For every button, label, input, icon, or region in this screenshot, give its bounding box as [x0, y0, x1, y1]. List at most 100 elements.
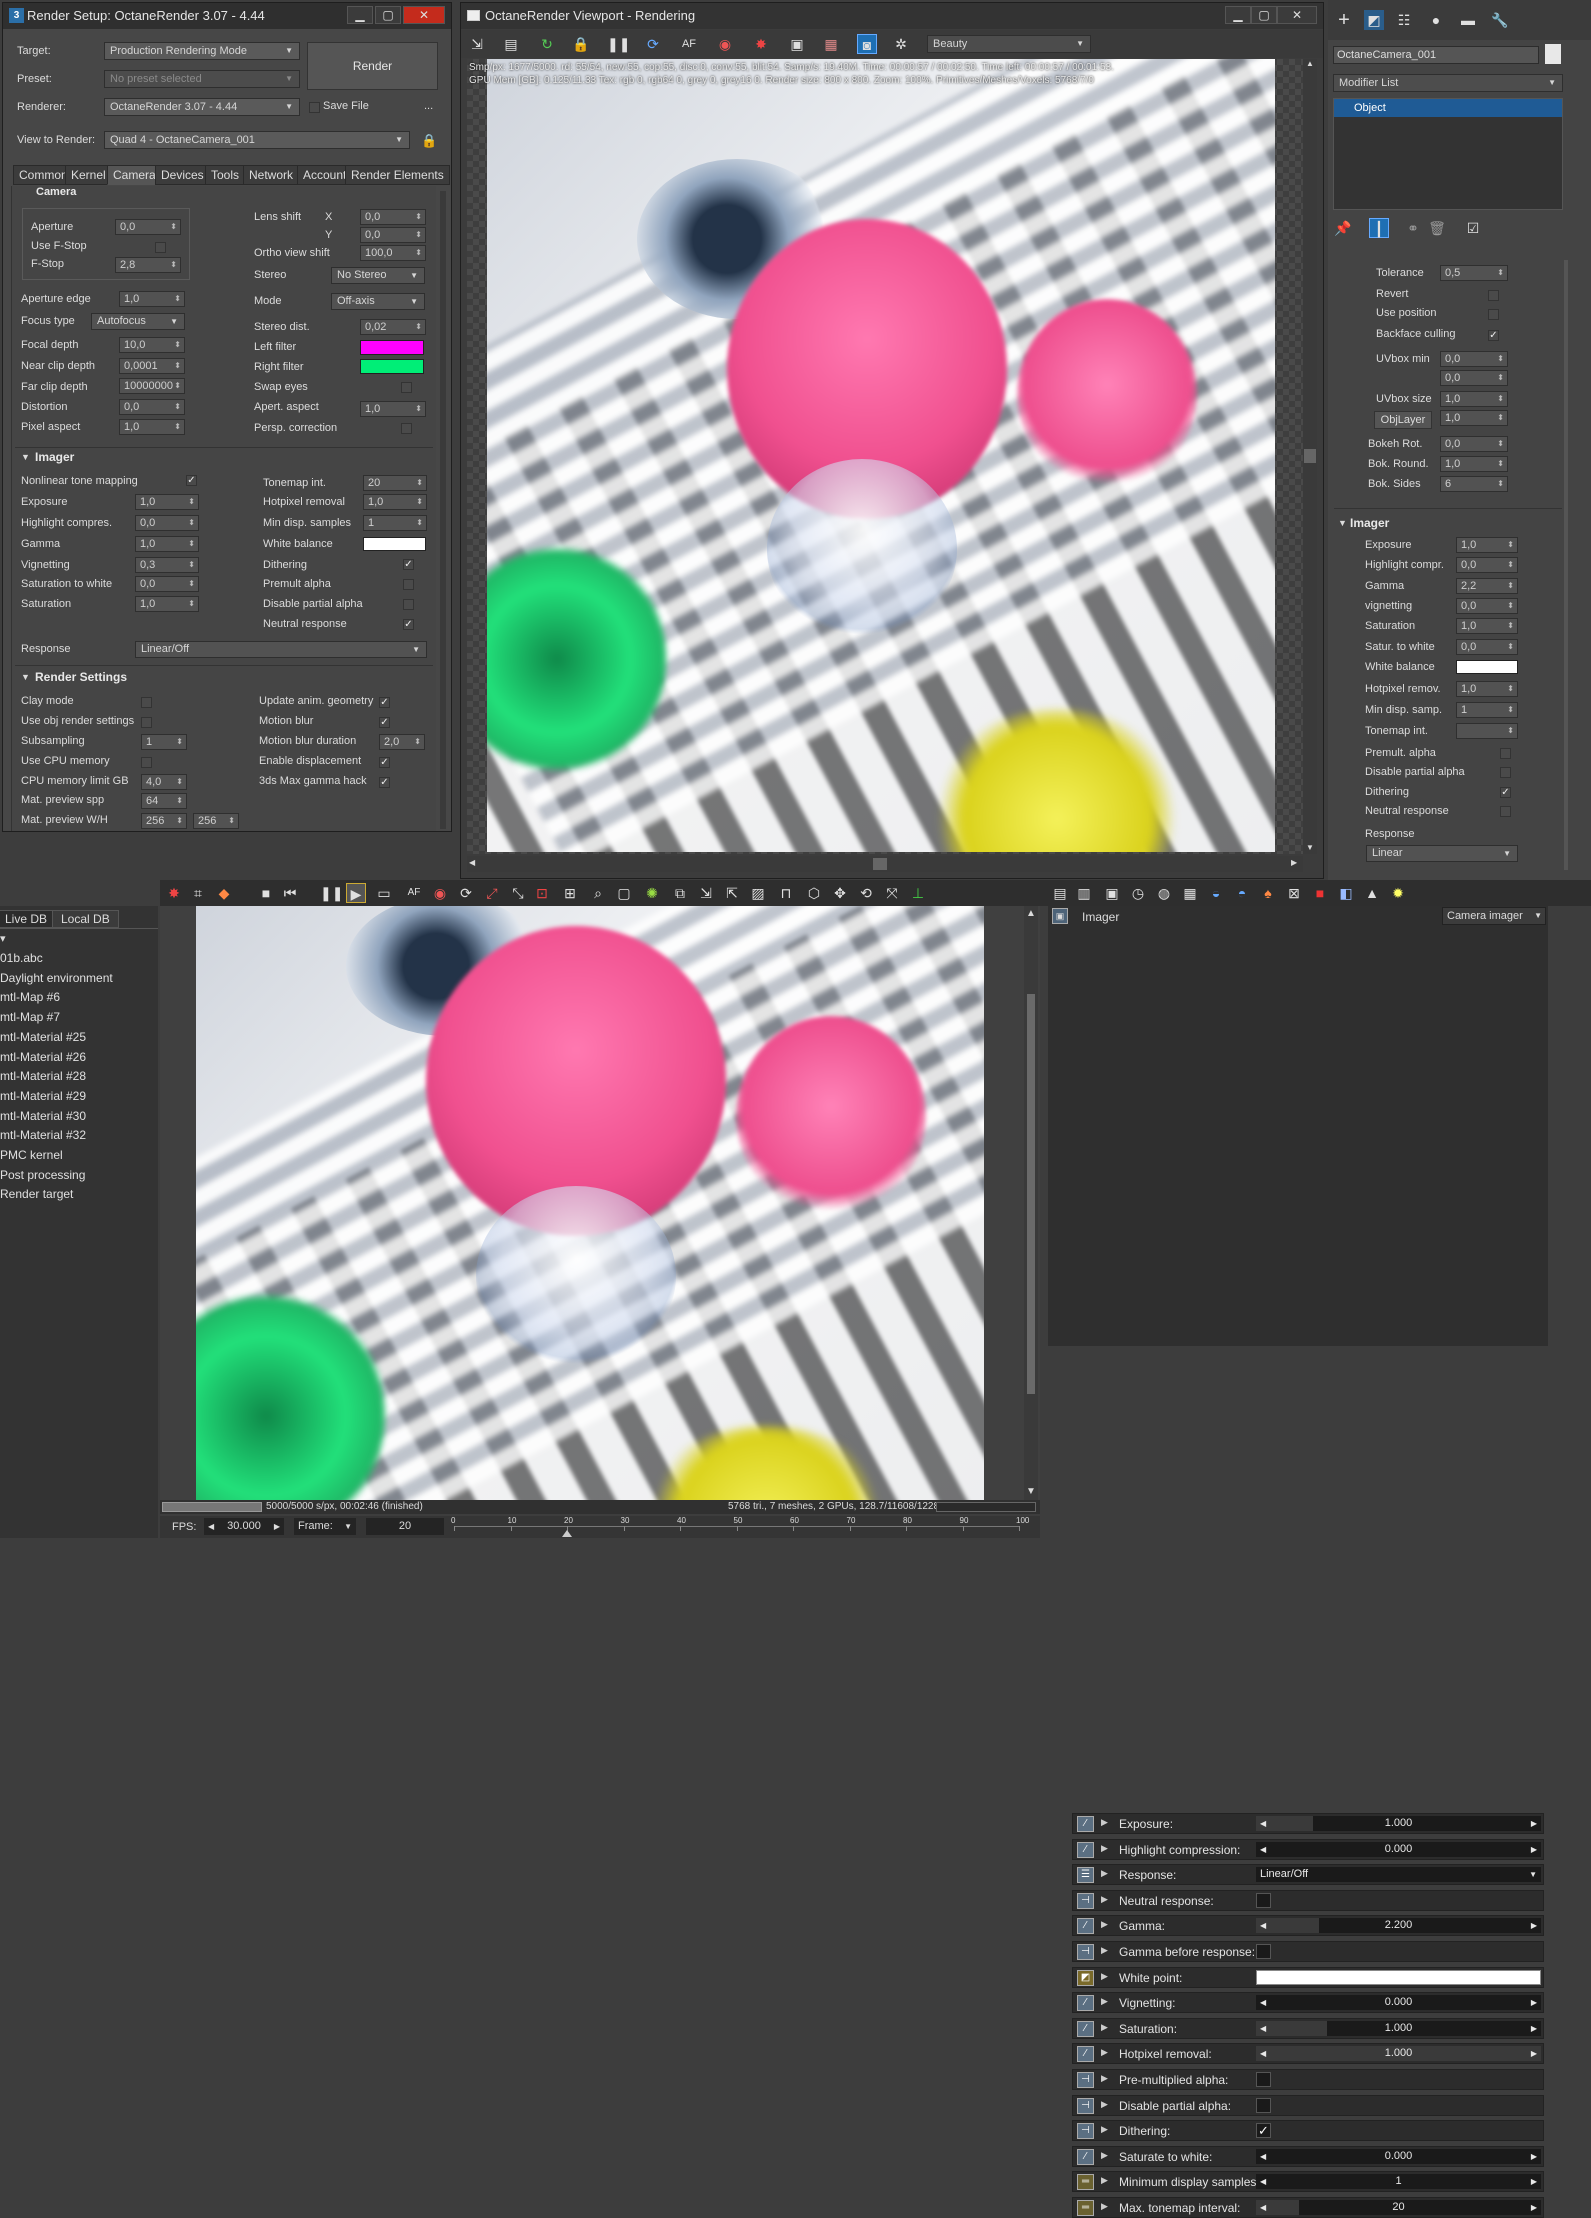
param-checkbox[interactable]	[1256, 1944, 1271, 1959]
tab-tools[interactable]: Tools	[205, 165, 246, 185]
collapse-icon[interactable]: ▼	[21, 452, 30, 462]
minimize-button[interactable]: ▁	[1225, 6, 1251, 24]
close-button[interactable]: ✕	[1277, 6, 1317, 24]
maximize-button[interactable]: ▢	[375, 6, 401, 24]
spinner-arrows-icon[interactable]: ⬍	[1497, 437, 1504, 451]
mat-preview-h-spinner[interactable]: 256 ⬍	[193, 813, 239, 829]
bok-round-spinner[interactable]: 1,0 ⬍	[1440, 456, 1508, 472]
tab-render-elements[interactable]: Render Elements	[345, 165, 450, 185]
spinner-arrows-icon[interactable]: ⬍	[188, 597, 195, 611]
min-disp-samples-spinner[interactable]: 1 ⬍	[363, 515, 427, 531]
rewind-icon[interactable]: ⏮	[280, 883, 300, 903]
scroll-up-icon[interactable]: ▲	[1026, 908, 1036, 919]
gizmo-icon[interactable]: ⊥	[908, 883, 928, 903]
spinner-arrows-icon[interactable]: ⬍	[176, 775, 183, 789]
rollout-scrollbar[interactable]	[440, 191, 446, 829]
refresh-icon[interactable]: ⟳	[643, 34, 663, 54]
render-view-scrollbar[interactable]: ▲ ▼	[1024, 906, 1038, 1500]
spinner-arrows-icon[interactable]: ⬍	[188, 558, 195, 572]
modify-icon[interactable]: ◩	[1364, 10, 1384, 30]
expand-icon[interactable]: ▶	[1101, 2124, 1108, 2135]
spinner-arrows-icon[interactable]: ⬍	[1507, 538, 1514, 552]
uvbox-min-1-spinner[interactable]: 0,0 ⬍	[1440, 351, 1508, 367]
white-point-swatch[interactable]	[1256, 1969, 1541, 1985]
param-checkbox[interactable]	[1256, 2072, 1271, 2087]
object-picker-icon[interactable]: ⊡	[532, 883, 552, 903]
cp-disable-partial-checkbox[interactable]	[1500, 767, 1511, 778]
texture-icon[interactable]: ⊠	[1284, 883, 1304, 903]
spinner-arrows-icon[interactable]: ⬍	[1497, 371, 1504, 385]
spinner-arrows-icon[interactable]: ⬍	[1507, 640, 1514, 654]
restart-render-icon[interactable]: ↻	[537, 34, 557, 54]
object-name-field[interactable]: OctaneCamera_001	[1333, 46, 1539, 64]
tab-kernel[interactable]: Kernel	[65, 165, 112, 185]
af-icon[interactable]: AF	[679, 34, 699, 54]
db-list-item[interactable]: mtl-Material #29	[0, 1089, 86, 1103]
region-icon[interactable]: ⌗	[188, 883, 208, 903]
aperture-edge-spinner[interactable]: 1,0 ⬍	[119, 291, 185, 307]
play-icon[interactable]: ▶	[346, 883, 366, 903]
param-slider[interactable]: ◀ ▶ 0.000	[1256, 1995, 1541, 2011]
highlight-spinner[interactable]: 0,0 ⬍	[135, 515, 199, 531]
use-position-checkbox[interactable]	[1488, 309, 1499, 320]
expand-icon[interactable]: ▶	[1101, 1843, 1108, 1854]
maximize-button[interactable]: ▢	[1251, 6, 1277, 24]
persp-correction-checkbox[interactable]	[401, 423, 412, 434]
render-pass-dropdown[interactable]: Beauty ▼	[927, 35, 1091, 53]
use-fstop-checkbox[interactable]	[155, 242, 166, 253]
viewport-horizontal-scrollbar[interactable]: ◀ ▶	[467, 856, 1303, 872]
saturation-spinner[interactable]: 1,0 ⬍	[135, 596, 199, 612]
collapse-icon[interactable]: ▼	[1338, 518, 1347, 528]
color-picker-icon[interactable]: ◉	[715, 34, 735, 54]
expand-icon[interactable]: ▶	[1101, 1894, 1108, 1905]
bokeh-rot-spinner[interactable]: 0,0 ⬍	[1440, 436, 1508, 452]
mat-preview-w-spinner[interactable]: 256 ⬍	[141, 813, 187, 829]
tab-camera[interactable]: Camera	[107, 165, 162, 185]
fit-icon[interactable]: ⤧	[882, 883, 902, 903]
expand-icon[interactable]: ▶	[1101, 2099, 1108, 2110]
subsampling-spinner[interactable]: 1 ⬍	[141, 734, 187, 750]
frame-dropdown[interactable]: Frame: ▼	[294, 1518, 356, 1535]
expand-icon[interactable]: ▶	[1101, 2047, 1108, 2058]
db-list-item[interactable]: mtl-Material #28	[0, 1069, 86, 1083]
preset-dropdown[interactable]: No preset selected ▼	[104, 70, 300, 88]
nonlinear-tone-mapping-checkbox[interactable]: ✓	[186, 475, 197, 486]
save-file-checkbox[interactable]	[309, 102, 320, 113]
spinner-arrows-icon[interactable]: ⬍	[414, 735, 421, 749]
spinner-arrows-icon[interactable]: ⬍	[416, 476, 423, 490]
zoom-icon[interactable]: ⌕	[588, 883, 608, 903]
refresh-icon[interactable]: ⟳	[456, 883, 476, 903]
view-to-render-dropdown[interactable]: Quad 4 - OctaneCamera_001 ▼	[104, 131, 410, 149]
red-cube-icon[interactable]: ■	[1310, 883, 1330, 903]
cp-premult-checkbox[interactable]	[1500, 748, 1511, 759]
spinner-arrows-icon[interactable]: ⬍	[176, 814, 183, 828]
scroll-thumb[interactable]	[1027, 994, 1035, 1394]
spinner-arrows-icon[interactable]: ⬍	[174, 420, 181, 434]
spinner-arrows-icon[interactable]: ⬍	[415, 210, 422, 224]
param-dropdown[interactable]: Linear/Off ▼	[1256, 1867, 1541, 1883]
more-button[interactable]: ...	[424, 100, 433, 112]
near-clip-spinner[interactable]: 0,0001 ⬍	[119, 358, 185, 374]
db-list-item[interactable]: PMC kernel	[0, 1148, 63, 1162]
tree-expander-icon[interactable]: ▾	[0, 932, 6, 945]
render-canvas[interactable]: Smp/px: 1677/5000. rd: 55/54, new:55, co…	[467, 59, 1303, 854]
fps-field[interactable]: ◀ 30.000 ▶	[204, 1518, 284, 1535]
timeline-ruler[interactable]: 0 10 20 30 40 50 60 70 80 90 100	[451, 1516, 1029, 1538]
spinner-arrows-icon[interactable]: ⬍	[1507, 682, 1514, 696]
scroll-right-icon[interactable]: ▶	[1291, 858, 1297, 867]
utilities-icon[interactable]: 🔧	[1490, 10, 1510, 30]
cp-hotpixel-spinner[interactable]: 1,0 ⬍	[1456, 681, 1518, 697]
db-list-item[interactable]: mtl-Material #25	[0, 1030, 86, 1044]
cp-neutral-checkbox[interactable]	[1500, 806, 1511, 817]
spinner-arrows-icon[interactable]: ⬍	[415, 228, 422, 242]
scroll-thumb[interactable]	[873, 858, 887, 870]
spinner-arrows-icon[interactable]: ⬍	[416, 495, 423, 509]
picture-icon[interactable]: ▲	[1362, 883, 1382, 903]
spinner-arrows-icon[interactable]: ⬍	[174, 379, 181, 393]
bok-sides-spinner[interactable]: 6 ⬍	[1440, 476, 1508, 492]
save-icon[interactable]: ⇲	[696, 883, 716, 903]
film-icon[interactable]: ▦	[821, 34, 841, 54]
outliner-icon[interactable]: ▦	[1180, 883, 1200, 903]
move-icon[interactable]: ✥	[830, 883, 850, 903]
scroll-left-icon[interactable]: ◀	[469, 858, 475, 867]
